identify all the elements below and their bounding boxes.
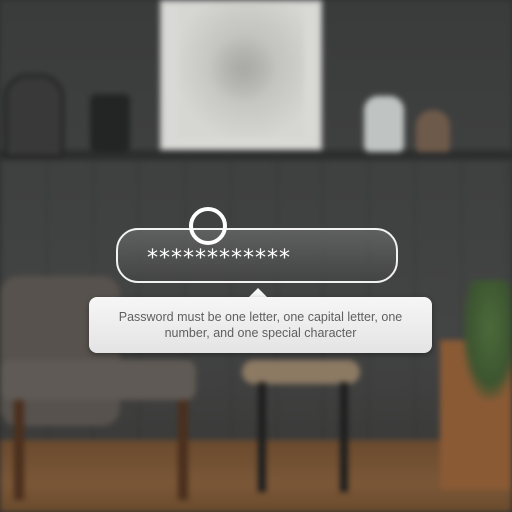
circle-cursor-icon xyxy=(189,207,227,245)
stool-leg xyxy=(340,382,348,492)
armchair-leg xyxy=(178,400,188,500)
tooltip-message: Password must be one letter, one capital… xyxy=(118,310,403,340)
stool-leg xyxy=(258,382,266,492)
password-requirements-tooltip: Password must be one letter, one capital… xyxy=(89,297,432,353)
wooden-floor xyxy=(0,440,512,512)
figurine-decor xyxy=(416,110,450,152)
armchair-leg xyxy=(14,400,24,500)
armchair-seat xyxy=(0,360,196,400)
password-masked-value: ************ xyxy=(147,246,291,271)
house-plant xyxy=(462,280,512,400)
picture-frame xyxy=(160,0,322,156)
password-input[interactable]: ************ xyxy=(116,228,398,283)
vase-decor xyxy=(90,94,130,152)
lantern-decor xyxy=(4,74,64,158)
frame-artwork xyxy=(178,4,304,138)
plant-pot-decor xyxy=(364,96,404,152)
stool-seat xyxy=(242,360,360,384)
